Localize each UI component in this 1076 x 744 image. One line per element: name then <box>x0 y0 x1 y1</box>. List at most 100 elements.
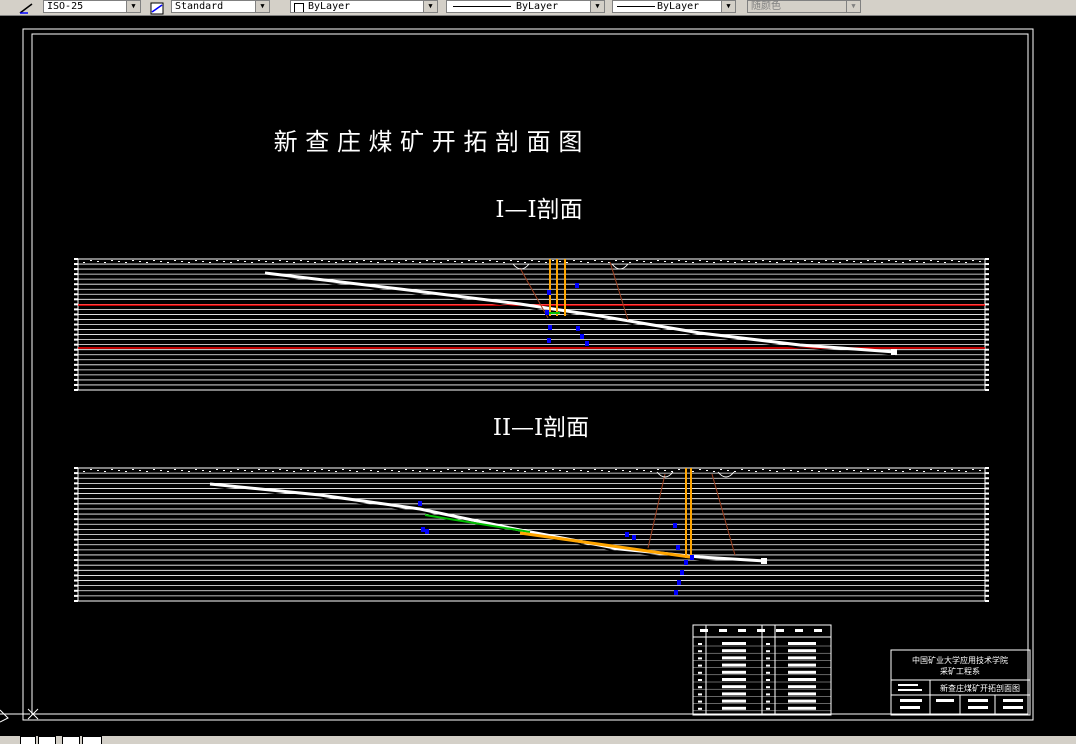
depth-tick <box>74 518 78 521</box>
chevron-down-icon[interactable]: ▼ <box>126 1 140 12</box>
drawing-canvas[interactable]: 新 查 庄 煤 矿 开 拓 剖 面 图 I—I剖面 II—I剖面 中国矿业大学应… <box>0 16 1040 726</box>
ground-dot <box>538 470 540 471</box>
depth-tick <box>985 373 989 376</box>
legend-symbol <box>788 678 816 681</box>
ground-dot <box>692 262 694 263</box>
ground-dot <box>90 469 92 470</box>
ground-dot <box>790 261 792 262</box>
borehole-mark <box>547 338 551 343</box>
depth-tick <box>985 263 989 266</box>
ground-dot <box>468 469 470 470</box>
ground-dot <box>97 470 99 471</box>
borehole-mark <box>548 325 552 330</box>
depth-tick <box>985 368 989 371</box>
ground-dot <box>909 469 911 470</box>
section1-title: I—I剖面 <box>495 197 582 223</box>
ground-dot <box>412 261 414 262</box>
ground-dot <box>90 260 92 261</box>
roadway-end-marker <box>891 349 897 355</box>
dimension-style-icon[interactable] <box>18 0 34 14</box>
title-block-drawing-name: 新查庄煤矿开拓剖面图 <box>940 683 1020 693</box>
depth-tick <box>985 584 989 587</box>
borehole-mark <box>425 529 429 534</box>
ground-dot <box>636 260 638 261</box>
chevron-down-icon[interactable]: ▼ <box>423 1 437 12</box>
ground-dot <box>944 471 946 472</box>
ground-dot <box>83 471 85 472</box>
layout-tabs-bar <box>0 736 1076 744</box>
layer-color-dropdown[interactable]: ByLayer ▼ <box>290 0 438 13</box>
ground-dot <box>419 471 421 472</box>
ground-dot <box>643 470 645 471</box>
legend-bullet <box>698 700 702 703</box>
depth-tick <box>74 338 78 341</box>
legend-symbol <box>788 670 816 674</box>
vertical-scroll-area[interactable] <box>1040 16 1076 726</box>
legend-bullet <box>698 643 702 645</box>
main-title: 新 查 庄 煤 矿 开 拓 剖 面 图 <box>274 128 583 156</box>
legend-symbol <box>722 692 746 696</box>
ground-dot <box>433 261 435 262</box>
ground-dot <box>552 469 554 470</box>
dimstyle-dropdown[interactable]: ISO-25 ▼ <box>43 0 141 13</box>
model-tab[interactable] <box>20 736 36 744</box>
ground-dot <box>223 261 225 262</box>
chevron-down-icon[interactable]: ▼ <box>846 1 860 12</box>
legend-header-glyph <box>719 629 727 632</box>
depth-tick <box>74 288 78 291</box>
plotstyle-dropdown[interactable]: 随颜色 ▼ <box>747 0 861 13</box>
ground-dot <box>860 471 862 472</box>
ground-dot <box>496 261 498 262</box>
properties-toolbar: ISO-25 ▼ Standard ▼ ByLayer ▼ ByLayer ▼ … <box>0 0 1076 16</box>
depth-tick <box>74 383 78 386</box>
ground-dot <box>279 469 281 470</box>
ground-dot <box>601 470 603 471</box>
lineweight-dropdown[interactable]: ByLayer ▼ <box>612 0 736 13</box>
layout1-tab[interactable] <box>38 736 56 744</box>
depth-tick <box>985 497 989 500</box>
legend-bullet <box>698 707 702 710</box>
chevron-down-icon[interactable]: ▼ <box>590 1 604 12</box>
ground-dot <box>979 261 981 262</box>
legend-bullet <box>766 693 770 696</box>
ground-dot <box>258 469 260 470</box>
depth-tick <box>74 308 78 311</box>
ground-dot <box>678 469 680 470</box>
ground-dot <box>461 262 463 263</box>
ground-dot <box>776 471 778 472</box>
depth-tick <box>985 579 989 582</box>
ground-dot <box>349 470 351 471</box>
ground-dot <box>916 261 918 262</box>
ground-dot <box>328 261 330 262</box>
depth-tick <box>985 328 989 331</box>
ground-dot <box>265 261 267 262</box>
ground-dot <box>650 471 652 472</box>
ground-dot <box>930 469 932 470</box>
ground-dot <box>307 261 309 262</box>
ground-dot <box>146 262 148 263</box>
chevron-down-icon[interactable]: ▼ <box>255 1 269 12</box>
table-style-icon[interactable] <box>149 0 165 15</box>
borehole-mark <box>674 590 678 595</box>
ground-dot <box>594 469 596 470</box>
borehole-mark <box>580 334 584 339</box>
ground-dot <box>699 260 701 261</box>
ground-dot <box>734 262 736 263</box>
ground-dot <box>321 260 323 261</box>
depth-tick <box>74 564 78 567</box>
layout3-tab[interactable] <box>82 736 102 744</box>
depth-tick <box>74 528 78 531</box>
linetype-dropdown[interactable]: ByLayer ▼ <box>446 0 605 13</box>
ground-dot <box>279 260 281 261</box>
tablestyle-dropdown[interactable]: Standard ▼ <box>171 0 270 13</box>
ground-dot <box>832 470 834 471</box>
legend-bullet <box>766 686 770 689</box>
ground-dot <box>699 469 701 470</box>
layout2-tab[interactable] <box>62 736 80 744</box>
ground-dot <box>230 262 232 263</box>
ground-dot <box>510 469 512 470</box>
ground-dot <box>762 469 764 470</box>
layer-color-value: ByLayer <box>308 1 351 12</box>
ground-dot <box>188 471 190 472</box>
chevron-down-icon[interactable]: ▼ <box>721 1 735 12</box>
